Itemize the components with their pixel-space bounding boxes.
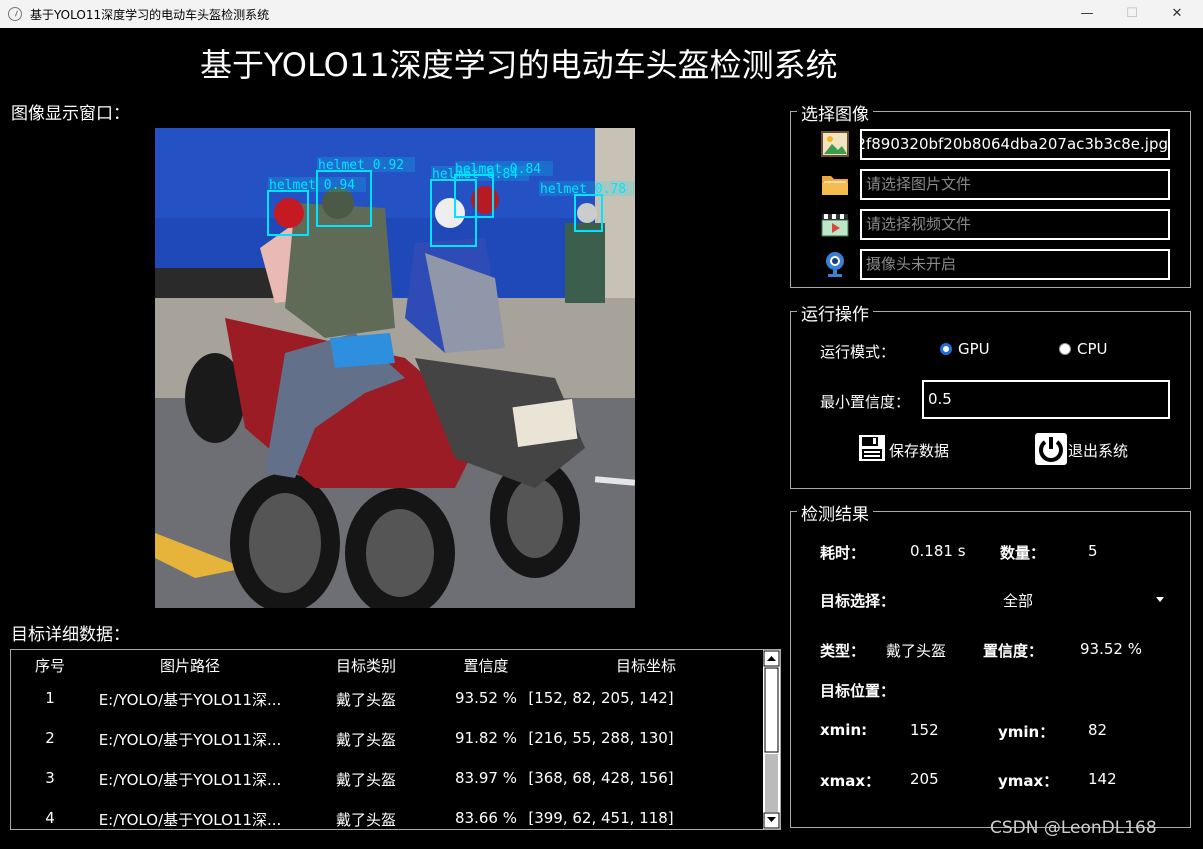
run-mode-label: 运行模式： <box>820 343 896 361</box>
exit-system-button[interactable]: 退出系统 <box>1068 440 1128 461</box>
image-folder-field[interactable]: 请选择图片文件 <box>860 169 1170 200</box>
camera-field[interactable]: 摄像头未开启 <box>860 249 1170 280</box>
watermark: CSDN @LeonDL168 <box>990 818 1157 838</box>
minimize-button[interactable]: — <box>1064 0 1110 28</box>
xmax-value: 205 <box>910 770 939 788</box>
table-cell[interactable]: 戴了头盔 <box>316 809 416 830</box>
table-cell[interactable]: E:/YOLO/基于YOLO11深... <box>80 809 300 830</box>
table-cell[interactable]: E:/YOLO/基于YOLO11深... <box>80 729 300 750</box>
cpu-label[interactable]: CPU <box>1077 340 1108 358</box>
table-cell[interactable]: [152, 82, 205, 142] <box>516 689 686 707</box>
chevron-down-icon[interactable] <box>1156 597 1164 602</box>
table-cell[interactable]: 戴了头盔 <box>316 689 416 710</box>
camera-icon[interactable] <box>821 250 849 278</box>
table-cell[interactable]: [216, 55, 288, 130] <box>516 729 686 747</box>
table-cell[interactable]: 4 <box>20 809 80 827</box>
xmax-label: xmax： <box>820 772 881 790</box>
image-file-field[interactable]: e2f890320bf20b8064dba207ac3b3c8e.jpg <box>860 129 1170 160</box>
count-value: 5 <box>1088 542 1098 560</box>
table-cell[interactable]: [399, 62, 451, 118] <box>516 809 686 827</box>
column-header[interactable]: 置信度 <box>436 655 536 676</box>
maximize-button[interactable]: ☐ <box>1109 0 1155 28</box>
detection-label: helmet 0.78 <box>540 182 626 197</box>
power-icon[interactable] <box>1035 433 1067 465</box>
gpu-radio[interactable] <box>940 343 952 355</box>
run-ops-title: 运行操作 <box>797 300 873 325</box>
cpu-radio[interactable] <box>1059 343 1071 355</box>
column-header[interactable]: 目标类别 <box>316 655 416 676</box>
table-label: 目标详细数据： <box>11 625 130 645</box>
window-titlebar: 基于YOLO11深度学习的电动车头盔检测系统 — ☐ ✕ <box>0 0 1203 28</box>
confidence-value: 93.52 % <box>1080 640 1142 658</box>
ymax-value: 142 <box>1088 770 1117 788</box>
window-title: 基于YOLO11深度学习的电动车头盔检测系统 <box>30 8 270 22</box>
column-header[interactable]: 图片路径 <box>130 655 250 676</box>
table-cell[interactable]: 2 <box>20 729 80 747</box>
video-file-icon[interactable] <box>821 210 849 238</box>
main-title: 基于YOLO11深度学习的电动车头盔检测系统 <box>200 46 838 84</box>
detection-label: helmet 0.92 <box>318 158 404 173</box>
table-cell[interactable]: E:/YOLO/基于YOLO11深... <box>80 689 300 710</box>
table-cell[interactable]: [368, 68, 428, 156] <box>516 769 686 787</box>
street-scene-illustration: helmet 0.84 helmet 0.94 helmet 0.92 helm… <box>155 128 635 608</box>
column-header[interactable]: 序号 <box>20 655 80 676</box>
ymax-label: ymax： <box>998 772 1059 790</box>
ymin-label: ymin： <box>998 723 1055 741</box>
type-value: 戴了头盔 <box>886 642 947 660</box>
close-button[interactable]: ✕ <box>1154 0 1200 28</box>
detection-label: helmet 0.84 <box>432 167 518 182</box>
confidence-label: 置信度： <box>983 642 1044 660</box>
column-header[interactable]: 目标坐标 <box>586 655 706 676</box>
table-cell[interactable]: 1 <box>20 689 80 707</box>
image-file-icon[interactable] <box>821 130 849 158</box>
table-cell[interactable]: E:/YOLO/基于YOLO11深... <box>80 769 300 790</box>
detection-image: helmet 0.84 helmet 0.94 helmet 0.92 helm… <box>155 128 635 608</box>
app-feather-icon <box>8 7 22 21</box>
table-cell[interactable]: 戴了头盔 <box>316 729 416 750</box>
min-conf-input[interactable]: 0.5 <box>922 380 1170 419</box>
ymin-value: 82 <box>1088 721 1108 739</box>
image-panel-label: 图像显示窗口： <box>11 104 130 124</box>
xmin-value: 152 <box>910 721 939 739</box>
results-title: 检测结果 <box>797 500 873 525</box>
position-label: 目标位置： <box>820 682 896 700</box>
save-icon[interactable] <box>857 433 887 463</box>
type-label: 类型： <box>820 642 866 660</box>
target-select-dropdown[interactable]: 全部 <box>1003 590 1033 611</box>
save-data-button[interactable]: 保存数据 <box>889 440 949 461</box>
gpu-label[interactable]: GPU <box>958 340 990 358</box>
time-value: 0.181 s <box>910 542 966 560</box>
folder-icon[interactable] <box>821 170 849 198</box>
detection-label: helmet 0.94 <box>269 178 355 193</box>
table-cell[interactable]: 3 <box>20 769 80 787</box>
count-label: 数量： <box>1000 544 1046 562</box>
table-scrollbar[interactable] <box>763 650 780 829</box>
video-file-field[interactable]: 请选择视频文件 <box>860 209 1170 240</box>
min-conf-label: 最小置信度： <box>820 393 911 411</box>
time-label: 耗时： <box>820 544 866 562</box>
select-image-title: 选择图像 <box>797 100 873 125</box>
xmin-label: xmin: <box>820 721 868 739</box>
target-select-label: 目标选择： <box>820 592 896 610</box>
table-cell[interactable]: 戴了头盔 <box>316 769 416 790</box>
